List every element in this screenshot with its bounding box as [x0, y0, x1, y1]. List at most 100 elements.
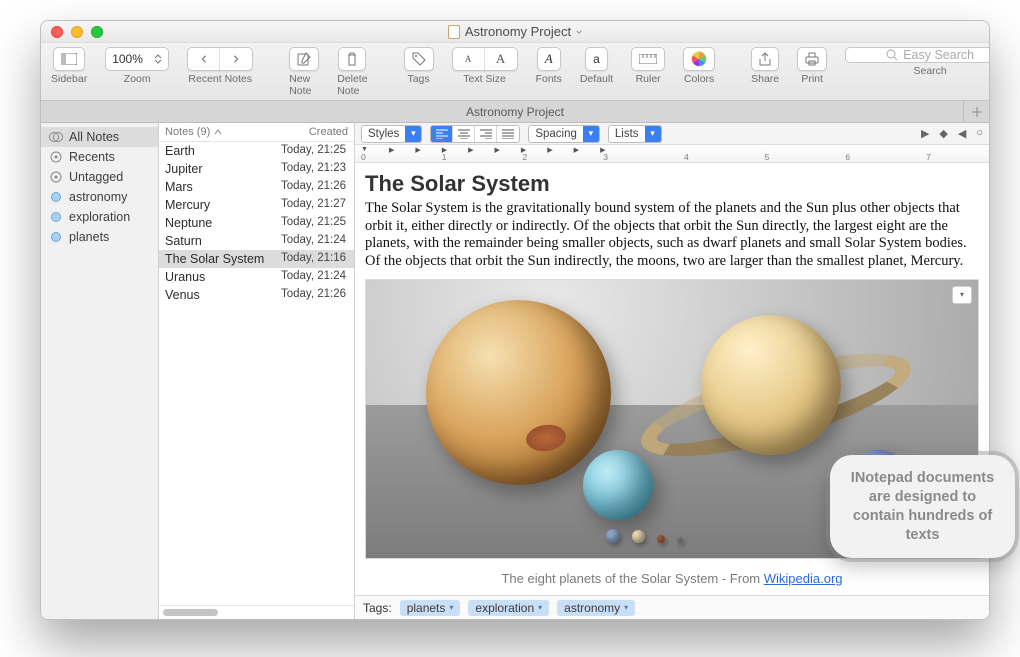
text-size-buttons[interactable]: A A [452, 47, 518, 71]
sidebar-label: Sidebar [51, 73, 87, 85]
gear-icon [49, 170, 63, 184]
ruler-nav-icons: ▶ ◆ ◀ ○ [921, 127, 983, 140]
note-date: Today, 21:24 [281, 234, 346, 248]
recent-notes-label: Recent Notes [188, 73, 252, 85]
list-item[interactable]: The Solar SystemToday, 21:16 [159, 250, 354, 268]
info-balloon: INotepad documents are designed to conta… [830, 455, 1015, 558]
text-smaller-button[interactable]: A [453, 48, 485, 70]
align-justify-button[interactable] [497, 126, 519, 142]
circle-icon[interactable]: ○ [976, 127, 983, 140]
ruler[interactable]: ▼ ▶▶▶▶▶▶▶▶▶ 01234567 [355, 145, 989, 163]
tab-title[interactable]: Astronomy Project [466, 105, 564, 119]
lists-dropdown[interactable]: Lists ▾ [608, 125, 662, 143]
titlebar: Astronomy Project [41, 21, 989, 43]
list-item[interactable]: MercuryToday, 21:27 [159, 196, 354, 214]
sidebar-item-label: Untagged [69, 170, 123, 184]
list-item[interactable]: MarsToday, 21:26 [159, 178, 354, 196]
sidebar-item-label: All Notes [69, 130, 119, 144]
tag-chip[interactable]: astronomy▾ [557, 600, 635, 616]
color-wheel-icon [691, 51, 707, 67]
list-item[interactable]: NeptuneToday, 21:25 [159, 214, 354, 232]
sidebar-item-all-notes[interactable]: All Notes [41, 127, 158, 147]
forward-button[interactable] [220, 48, 252, 70]
zoom-select[interactable]: 100% [105, 47, 169, 71]
sort-asc-icon [214, 128, 222, 136]
chevron-down-icon: ▾ [538, 603, 542, 612]
print-icon [805, 52, 819, 66]
share-label: Share [751, 73, 779, 85]
tag-chip[interactable]: planets▾ [400, 600, 461, 616]
sidebar-item-tag-astronomy[interactable]: astronomy [41, 187, 158, 207]
sidebar-item-tag-planets[interactable]: planets [41, 227, 158, 247]
text-size-label: Text Size [463, 73, 506, 85]
new-note-label: New Note [289, 73, 319, 97]
delete-note-button[interactable] [338, 47, 366, 71]
list-item[interactable]: UranusToday, 21:24 [159, 268, 354, 286]
stepper-icon [154, 54, 162, 64]
search-icon [886, 49, 898, 61]
chevron-down-icon[interactable] [576, 29, 582, 35]
alignment-segmented[interactable] [430, 125, 520, 143]
sidebar-item-label: exploration [69, 210, 130, 224]
tags-button[interactable] [404, 47, 434, 71]
styles-dropdown[interactable]: Styles ▾ [361, 125, 422, 143]
align-center-button[interactable] [453, 126, 475, 142]
sidebar-item-recents[interactable]: Recents [41, 147, 158, 167]
image-options-button[interactable]: ▾ [952, 286, 972, 304]
note-date: Today, 21:25 [281, 216, 346, 230]
zoom-value: 100% [112, 52, 143, 66]
recent-notes-buttons[interactable] [187, 47, 253, 71]
align-left-button[interactable] [431, 126, 453, 142]
new-note-button[interactable] [289, 47, 319, 71]
horizontal-scrollbar[interactable] [159, 605, 354, 619]
chevron-down-icon: ▾ [645, 126, 661, 142]
search-label: Search [914, 65, 947, 77]
tag-chip[interactable]: exploration▾ [468, 600, 549, 616]
share-button[interactable] [751, 47, 779, 71]
categories-sidebar: All Notes Recents Untagged astronomy exp… [41, 123, 159, 619]
list-item[interactable]: JupiterToday, 21:23 [159, 160, 354, 178]
ruler-icon [639, 54, 657, 64]
sidebar-item-tag-exploration[interactable]: exploration [41, 207, 158, 227]
chevron-down-icon: ▾ [449, 603, 453, 612]
colors-button[interactable] [683, 47, 715, 71]
window-title-text: Astronomy Project [465, 24, 571, 39]
gear-icon [49, 150, 63, 164]
uranus-illustration [583, 450, 653, 520]
text-larger-button[interactable]: A [485, 48, 517, 70]
play-icon[interactable]: ▶ [921, 127, 929, 140]
colors-label: Colors [684, 73, 714, 85]
back-button[interactable] [188, 48, 220, 70]
note-date: Today, 21:27 [281, 198, 346, 212]
search-placeholder: Easy Search [903, 48, 974, 62]
new-tab-button[interactable] [963, 101, 989, 122]
jupiter-illustration [426, 300, 611, 485]
tags-label: Tags [407, 73, 429, 85]
spacing-dropdown[interactable]: Spacing ▾ [528, 125, 600, 143]
list-item[interactable]: SaturnToday, 21:24 [159, 232, 354, 250]
list-item[interactable]: EarthToday, 21:25 [159, 142, 354, 160]
created-header: Created [309, 126, 348, 138]
diamond-icon[interactable]: ◆ [939, 127, 947, 140]
search-input[interactable]: Easy Search [845, 47, 990, 63]
notes-list-header[interactable]: Notes (9) Created [159, 123, 354, 142]
tag-icon [412, 52, 426, 66]
note-title: Jupiter [165, 162, 203, 176]
toolbar: Sidebar 100% Zoom Recent Notes New Note [41, 43, 989, 101]
tag-bar: Tags: planets▾ exploration▾ astronomy▾ [355, 595, 989, 619]
sidebar-toggle-button[interactable] [53, 47, 85, 71]
fonts-button[interactable]: A [537, 47, 561, 71]
align-right-button[interactable] [475, 126, 497, 142]
default-button[interactable]: a [585, 47, 608, 71]
play-icon[interactable]: ◀ [958, 127, 966, 140]
document-icon [448, 25, 460, 39]
list-item[interactable]: VenusToday, 21:26 [159, 286, 354, 304]
ruler-button[interactable] [631, 47, 665, 71]
sidebar-item-label: astronomy [69, 190, 127, 204]
sidebar-icon [61, 53, 77, 65]
caption-link[interactable]: Wikipedia.org [764, 571, 843, 586]
sidebar-item-untagged[interactable]: Untagged [41, 167, 158, 187]
tags-label: Tags: [363, 601, 392, 615]
print-button[interactable] [797, 47, 827, 71]
print-label: Print [801, 73, 823, 85]
